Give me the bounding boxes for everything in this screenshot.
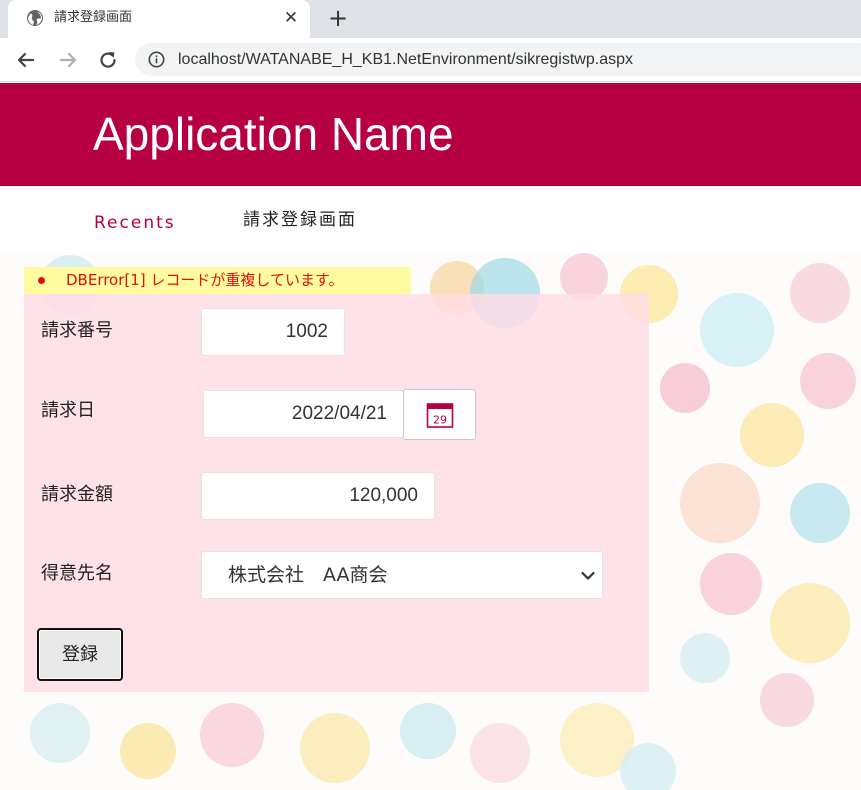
invoice-form: 請求番号 1002 請求日 2022/04/21 29 請求金額 120,000… [24,294,649,692]
close-tab-icon[interactable]: ✕ [280,7,302,29]
invoice-amount-label: 請求金額 [41,484,113,505]
error-summary: DBError[1] レコードが重複しています。 [24,267,411,294]
background-dot [120,723,176,779]
customer-label: 得意先名 [41,563,113,584]
background-dot [300,713,370,783]
background-dot [790,483,850,543]
nav-link-recents[interactable]: Recents [94,213,176,233]
app-name[interactable]: Application Name [93,108,454,160]
background-dot [660,363,710,413]
nav-link-current-page[interactable]: 請求登録画面 [243,210,357,230]
background-dot [620,743,676,790]
invoice-amount-input[interactable]: 120,000 [201,472,435,520]
background-dot [790,263,850,323]
background-dot [800,353,856,409]
background-dot [30,703,90,763]
calendar-day: 29 [433,414,447,427]
calendar-button[interactable]: 29 [403,389,476,440]
customer-select[interactable]: 株式会社 AA商会 [201,551,603,599]
address-bar[interactable]: localhost/WATANABE_H_KB1.NetEnvironment/… [135,43,861,76]
invoice-number-label: 請求番号 [41,320,113,341]
background-dot [700,293,774,367]
chevron-down-icon [581,571,595,580]
tab-title: 請求登録画面 [54,10,133,25]
error-message: DBError[1] レコードが重複しています。 [66,271,344,289]
url-text: localhost/WATANABE_H_KB1.NetEnvironment/… [178,51,633,68]
globe-icon [27,10,43,26]
error-bullet [38,277,45,284]
background-dot [770,583,850,663]
reload-icon[interactable] [95,47,121,73]
register-button[interactable]: 登録 [37,628,123,681]
invoice-number-input[interactable]: 1002 [201,308,345,356]
browser-tab-strip: 請求登録画面 ✕ + [0,0,861,38]
background-dot [400,703,456,759]
background-dot [680,633,730,683]
background-dot [470,723,530,783]
background-dot [740,403,804,467]
browser-tab[interactable]: 請求登録画面 ✕ [8,0,310,38]
background-dot [680,463,760,543]
invoice-date-input[interactable]: 2022/04/21 [203,390,404,438]
customer-select-value: 株式会社 AA商会 [228,564,388,586]
background-dot [700,553,762,615]
calendar-icon: 29 [426,403,454,428]
forward-arrow-icon[interactable] [55,47,81,73]
page-nav: Recents 請求登録画面 [0,186,861,253]
site-header: Application Name [0,83,861,186]
background-dot [760,673,814,727]
new-tab-icon[interactable]: + [325,5,351,31]
back-arrow-icon[interactable] [13,47,39,73]
info-icon[interactable] [148,51,165,68]
invoice-date-label: 請求日 [41,400,95,421]
background-dot [200,703,264,767]
browser-toolbar: localhost/WATANABE_H_KB1.NetEnvironment/… [0,38,861,82]
